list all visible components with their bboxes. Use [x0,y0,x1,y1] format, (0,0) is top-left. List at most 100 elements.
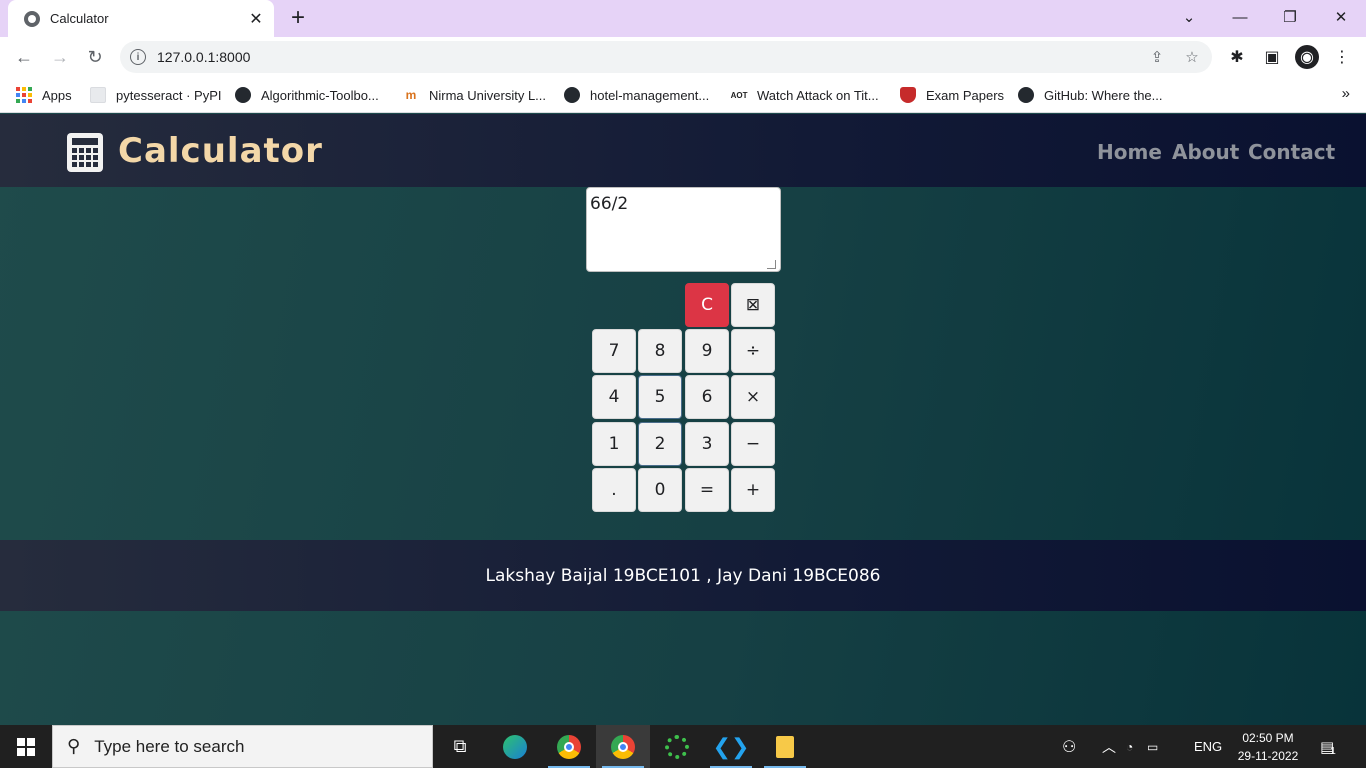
key-7[interactable]: 7 [592,329,636,373]
site-info-icon[interactable]: i [130,49,146,65]
github-icon [564,87,580,103]
calculator-display[interactable]: 66/2 [586,187,781,272]
key-divide[interactable]: ÷ [731,329,775,373]
bookmark-label: Nirma University L... [429,87,547,103]
bookmark-github[interactable]: GitHub: Where the... [1018,85,1163,105]
clock-date: 29-11-2022 [1237,749,1299,763]
key-6[interactable]: 6 [685,375,729,419]
nav-contact[interactable]: Contact [1248,140,1335,164]
start-button[interactable] [0,725,52,768]
bookmark-star-icon[interactable]: ☆ [1182,47,1202,67]
taskbar-edge[interactable] [488,725,542,768]
tab-title: Calculator [50,11,109,26]
bookmarks-bar: Apps pytesseract · PyPI Algorithmic-Tool… [0,77,1366,113]
key-5[interactable]: 5 [638,375,682,419]
nirma-icon: m [405,88,417,102]
document-icon [90,87,106,103]
shield-icon [900,87,916,103]
github-icon [1018,87,1034,103]
taskbar-vscode[interactable]: ❮❯ [704,725,758,768]
aot-icon: AOT [731,87,747,103]
forward-arrow-icon: → [51,46,69,67]
tab-search-button[interactable]: ⌄ [1166,0,1212,34]
search-placeholder: Type here to search [94,736,245,756]
site-navbar: Calculator Home About Contact [0,114,1366,187]
extensions-icon[interactable]: ✱ [1225,45,1249,69]
bookmark-attack-on-titan[interactable]: AOT Watch Attack on Tit... [731,85,879,105]
site-brand[interactable]: Calculator [118,131,323,171]
bookmark-pytesseract[interactable]: pytesseract · PyPI [90,85,221,105]
bookmarks-overflow-button[interactable]: » [1342,85,1350,102]
footer-credits: Lakshay Baijal 19BCE101 , Jay Dani 19BCE… [485,565,881,586]
bookmark-exam-papers[interactable]: Exam Papers [900,85,1004,105]
taskbar-sync-app[interactable] [650,725,704,768]
key-decimal[interactable]: . [592,468,636,512]
taskbar-search[interactable]: ⚲ Type here to search [52,725,433,768]
bookmark-apps[interactable]: Apps [16,85,72,105]
chrome-profile-icon [611,734,635,759]
bookmark-algorithmic-toolbox[interactable]: Algorithmic-Toolbo... [235,85,379,105]
people-icon[interactable]: ⚇ [1062,725,1076,768]
chrome-icon [557,734,581,759]
profile-avatar[interactable]: ◉ [1295,45,1319,69]
resize-handle[interactable] [767,260,776,269]
tab-calculator[interactable]: Calculator ✕ [8,0,274,37]
reload-icon: ↻ [87,46,103,67]
nav-home[interactable]: Home [1097,140,1162,164]
apps-icon [16,87,32,103]
taskbar-chrome-profile[interactable] [596,725,650,768]
bookmark-label: Exam Papers [926,87,1005,103]
url-text[interactable]: 127.0.0.1:8000 [157,49,250,65]
backspace-button[interactable]: ⊠ [731,283,775,327]
back-button[interactable]: ← [10,43,38,71]
bookmark-nirma-university[interactable]: m Nirma University L... [403,85,546,105]
windows-taskbar: ⚲ Type here to search ⧉ ❮❯ ⚇ ︿ ◔ ▭ ENG 0… [0,725,1366,768]
edge-icon [503,734,527,759]
back-arrow-icon: ← [15,46,33,67]
clock-time: 02:50 PM [1242,731,1294,745]
bookmark-hotel-management[interactable]: hotel-management... [564,85,709,105]
minimize-button[interactable]: — [1217,0,1263,34]
tab-close-button[interactable]: ✕ [244,7,268,31]
address-bar[interactable]: i 127.0.0.1:8000 ⇪ ☆ [120,41,1212,73]
search-icon: ⚲ [67,736,81,756]
key-4[interactable]: 4 [592,375,636,419]
key-1[interactable]: 1 [592,422,636,466]
taskbar-chrome[interactable] [542,725,596,768]
language-indicator[interactable]: ENG [1194,725,1222,768]
menu-icon[interactable]: ⋮ [1330,45,1354,69]
taskbar-file-explorer[interactable] [758,725,812,768]
key-0[interactable]: 0 [638,468,682,512]
close-window-button[interactable]: ✕ [1318,0,1364,34]
notification-badge: 1 [1330,746,1336,757]
page-content: Calculator Home About Contact 66/2 C ⊠ 7… [0,114,1366,725]
reload-button[interactable]: ↻ [81,43,109,71]
network-icon[interactable]: ◔ [1126,725,1133,768]
key-3[interactable]: 3 [685,422,729,466]
bookmark-label: Watch Attack on Tit... [757,87,879,103]
site-footer: Lakshay Baijal 19BCE101 , Jay Dani 19BCE… [0,540,1366,611]
restore-button[interactable]: ❐ [1267,0,1313,34]
key-multiply[interactable]: × [731,375,775,419]
forward-button[interactable]: → [46,43,74,71]
system-clock[interactable]: 02:50 PM 29-11-2022 [1228,729,1308,765]
key-2[interactable]: 2 [638,422,682,466]
key-add[interactable]: + [731,468,775,512]
chevron-up-icon[interactable]: ︿ [1102,725,1116,768]
side-panel-icon[interactable]: ▣ [1260,45,1284,69]
notifications-button[interactable]: ▤ 1 [1320,725,1336,768]
key-equals[interactable]: = [685,468,729,512]
nav-about[interactable]: About [1172,140,1239,164]
key-8[interactable]: 8 [638,329,682,373]
share-icon[interactable]: ⇪ [1147,47,1167,67]
key-9[interactable]: 9 [685,329,729,373]
bookmark-label: hotel-management... [590,87,710,103]
calculator-icon [67,133,103,172]
battery-icon[interactable]: ▭ [1147,725,1158,768]
new-tab-button[interactable]: + [284,4,312,32]
clear-button[interactable]: C [685,283,729,327]
task-view-button[interactable]: ⧉ [433,725,487,768]
key-subtract[interactable]: − [731,422,775,466]
folder-icon [776,735,794,758]
browser-toolbar: ← → ↻ i 127.0.0.1:8000 ⇪ ☆ ✱ ▣ ◉ ⋮ [0,37,1366,77]
